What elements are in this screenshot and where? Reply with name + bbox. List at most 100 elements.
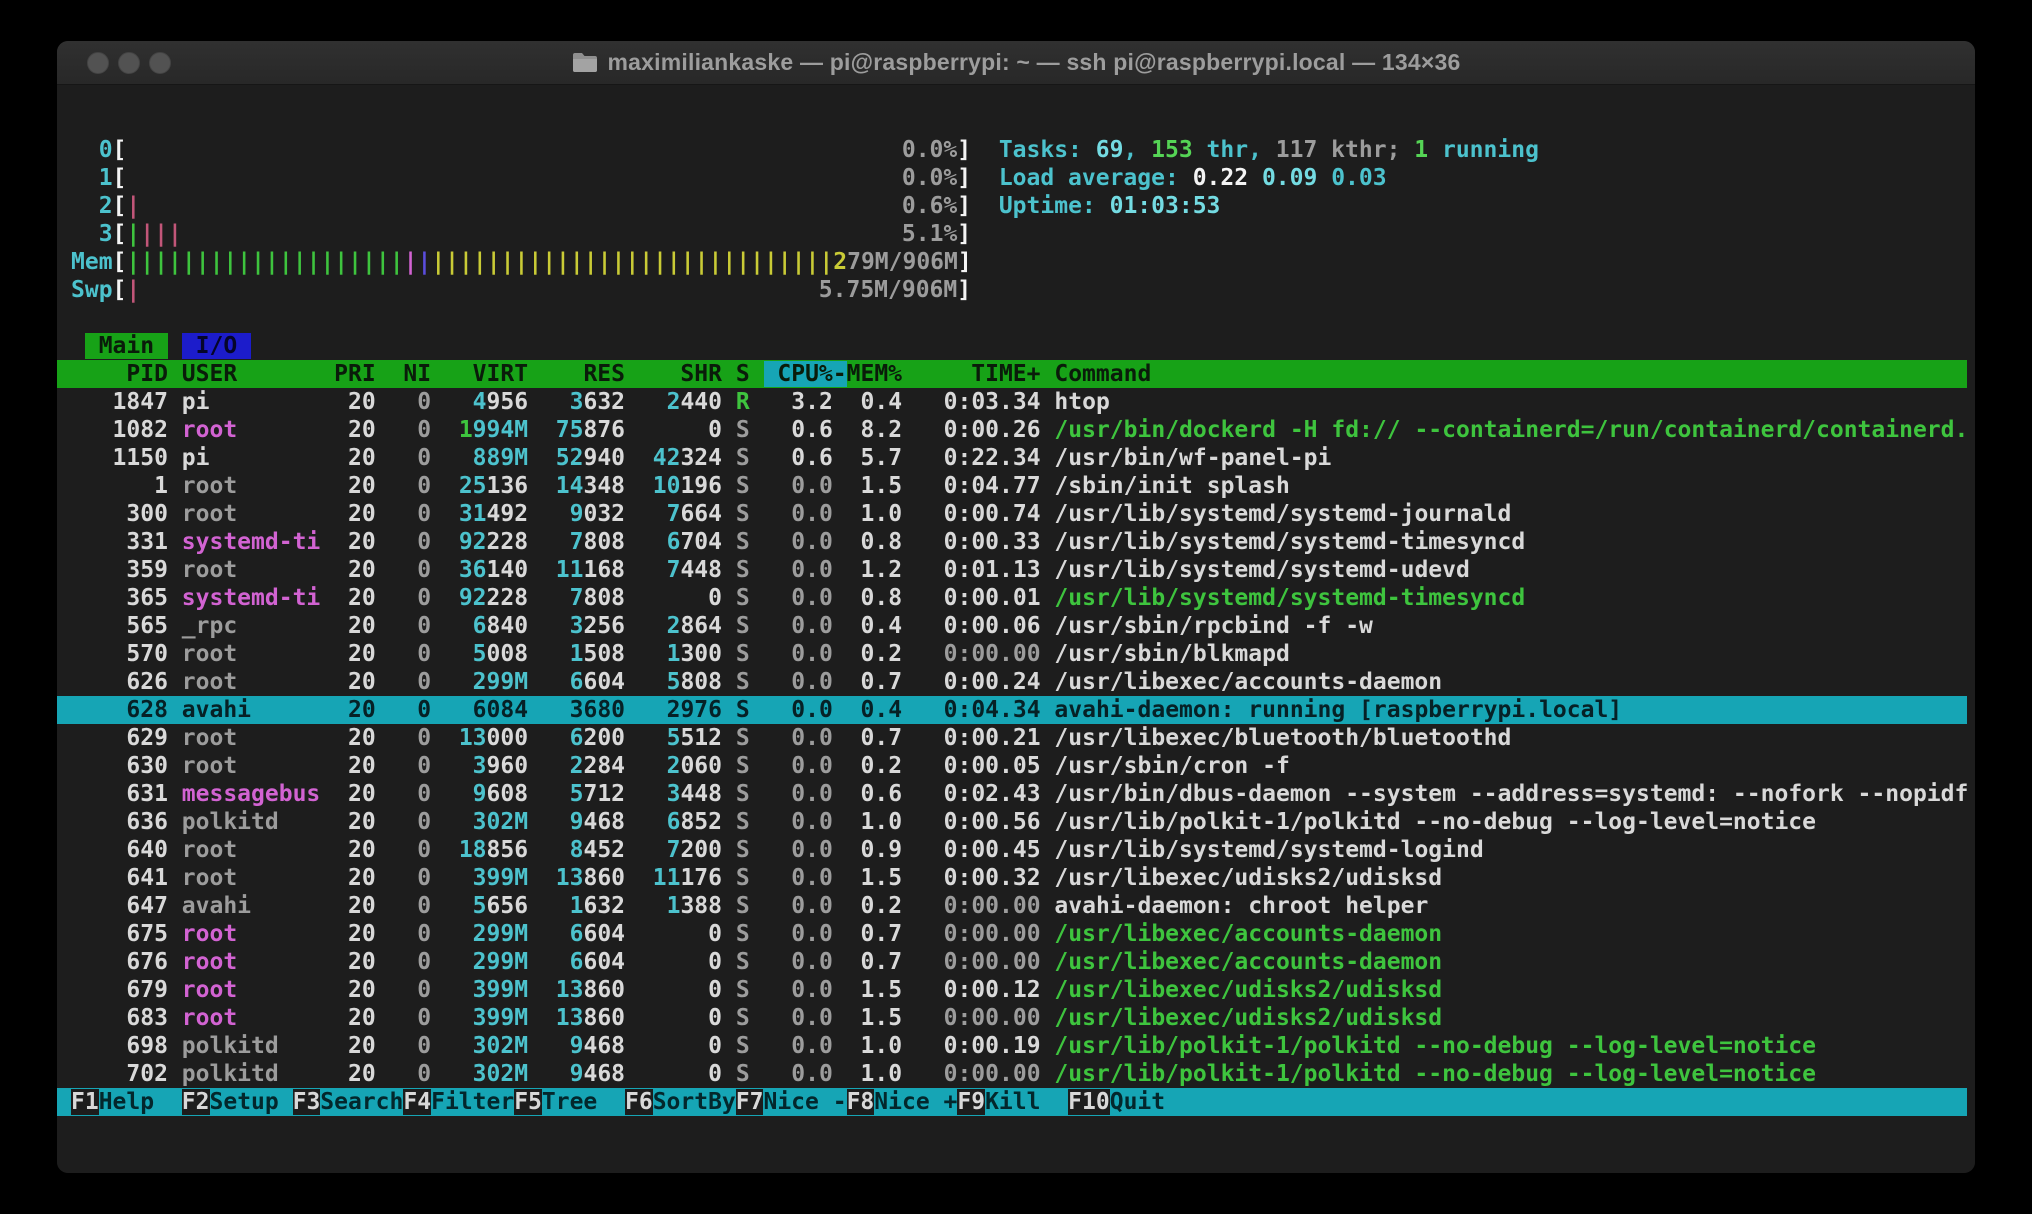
swp-meter: Swp[| 5.75M/906M] bbox=[57, 276, 1967, 304]
cell-user: pi bbox=[182, 389, 320, 415]
process-row[interactable]: 300 root 20 0 31492 9032 7664 S 0.0 1.0 … bbox=[57, 500, 1967, 528]
cell-virt: 399M bbox=[473, 977, 528, 1003]
column-header-pri[interactable]: PRI bbox=[334, 361, 376, 387]
fn-help[interactable]: F1Help bbox=[71, 1089, 182, 1115]
cell-ni: 0 bbox=[390, 557, 432, 583]
cell-res: 6 bbox=[570, 921, 584, 947]
cell-state: S bbox=[736, 697, 750, 723]
process-row[interactable]: 626 root 20 0 299M 6604 5808 S 0.0 0.7 0… bbox=[57, 668, 1967, 696]
cell-mem: 1.2 bbox=[847, 557, 902, 583]
fn-filter[interactable]: F4Filter bbox=[403, 1089, 514, 1115]
fn-key-label: F8 bbox=[847, 1089, 875, 1115]
cell-ni: 0 bbox=[390, 417, 432, 443]
process-row[interactable]: 636 polkitd 20 0 302M 9468 6852 S 0.0 1.… bbox=[57, 808, 1967, 836]
process-row[interactable]: 675 root 20 0 299M 6604 0 S 0.0 0.7 0:00… bbox=[57, 920, 1967, 948]
cell-pri: 20 bbox=[334, 1061, 376, 1087]
meter-bar: | bbox=[126, 277, 140, 303]
column-header-ni[interactable]: NI bbox=[390, 361, 432, 387]
fn-quit[interactable]: F10Quit bbox=[1068, 1089, 1193, 1115]
cell-shr: 1 bbox=[667, 641, 681, 667]
cell-state: S bbox=[736, 669, 750, 695]
process-row[interactable]: 702 polkitd 20 0 302M 9468 0 S 0.0 1.0 0… bbox=[57, 1060, 1967, 1088]
cell-user: root bbox=[182, 837, 320, 863]
process-row[interactable]: 629 root 20 0 13000 6200 5512 S 0.0 0.7 … bbox=[57, 724, 1967, 752]
cell-time: 0:00.01 bbox=[916, 585, 1041, 611]
process-row[interactable]: 331 systemd-ti 20 0 92228 7808 6704 S 0.… bbox=[57, 528, 1967, 556]
cell-time: 0:22.34 bbox=[916, 445, 1041, 471]
cell-res: 876 bbox=[583, 417, 625, 443]
fn-search[interactable]: F3Search bbox=[293, 1089, 404, 1115]
fn-nice[interactable]: F7Nice - bbox=[736, 1089, 847, 1115]
column-header-user[interactable]: USER bbox=[182, 361, 320, 387]
cell-shr: 324 bbox=[680, 445, 722, 471]
cell-pid: 676 bbox=[71, 949, 168, 975]
tab-io[interactable]: I/O bbox=[182, 333, 251, 359]
column-header-virt[interactable]: VIRT bbox=[445, 361, 528, 387]
cell-virt: 5 bbox=[473, 641, 487, 667]
fn-nice[interactable]: F8Nice + bbox=[847, 1089, 958, 1115]
cell-time: 0:03.34 bbox=[916, 389, 1041, 415]
cell-res: 7 bbox=[570, 585, 584, 611]
column-header-cpu-sorted[interactable]: CPU%- bbox=[764, 361, 847, 387]
cell-res: 604 bbox=[583, 921, 625, 947]
process-row[interactable]: 1082 root 20 0 1994M 75876 0 S 0.6 8.2 0… bbox=[57, 416, 1967, 444]
meter-close-bracket: ] bbox=[957, 221, 971, 247]
cell-state: S bbox=[736, 893, 750, 919]
fn-action-label: Quit bbox=[1110, 1089, 1193, 1115]
column-header-time[interactable]: TIME+ bbox=[916, 361, 1041, 387]
column-header-res[interactable]: RES bbox=[542, 361, 625, 387]
meter-close-bracket: ] bbox=[958, 249, 972, 275]
fn-action-label: Nice + bbox=[874, 1089, 957, 1115]
cell-res: 468 bbox=[583, 1061, 625, 1087]
fn-setup[interactable]: F2Setup bbox=[182, 1089, 293, 1115]
process-row[interactable]: 698 polkitd 20 0 302M 9468 0 S 0.0 1.0 0… bbox=[57, 1032, 1967, 1060]
cell-res: 9 bbox=[570, 809, 584, 835]
process-row[interactable]: 565 _rpc 20 0 6840 3256 2864 S 0.0 0.4 0… bbox=[57, 612, 1967, 640]
cell-ni: 0 bbox=[390, 809, 432, 835]
column-header-s[interactable]: S bbox=[736, 361, 750, 387]
meter-bar: | bbox=[210, 249, 224, 275]
cell-state: S bbox=[736, 809, 750, 835]
process-row[interactable]: 679 root 20 0 399M 13860 0 S 0.0 1.5 0:0… bbox=[57, 976, 1967, 1004]
cell-shr: 200 bbox=[680, 837, 722, 863]
process-row[interactable]: 641 root 20 0 399M 13860 11176 S 0.0 1.5… bbox=[57, 864, 1967, 892]
cell-time: 0:00.45 bbox=[916, 837, 1041, 863]
process-row[interactable]: 1 root 20 0 25136 14348 10196 S 0.0 1.5 … bbox=[57, 472, 1967, 500]
process-row[interactable]: 640 root 20 0 18856 8452 7200 S 0.0 0.9 … bbox=[57, 836, 1967, 864]
fn-sortby[interactable]: F6SortBy bbox=[625, 1089, 736, 1115]
close-button[interactable] bbox=[87, 52, 109, 74]
tab-main[interactable]: Main bbox=[85, 333, 168, 359]
process-row[interactable]: 630 root 20 0 3960 2284 2060 S 0.0 0.2 0… bbox=[57, 752, 1967, 780]
cell-pid: 1847 bbox=[71, 389, 168, 415]
meter-bar: | bbox=[168, 249, 182, 275]
cell-virt: 302M bbox=[473, 1061, 528, 1087]
cell-res: 860 bbox=[583, 977, 625, 1003]
column-header-mem[interactable]: MEM% bbox=[847, 361, 902, 387]
process-row[interactable]: 1150 pi 20 0 889M 52940 42324 S 0.6 5.7 … bbox=[57, 444, 1967, 472]
process-row[interactable]: 1847 pi 20 0 4956 3632 2440 R 3.2 0.4 0:… bbox=[57, 388, 1967, 416]
minimize-button[interactable] bbox=[118, 52, 140, 74]
process-row[interactable]: 628 avahi 20 0 6084 3680 2976 S 0.0 0.4 … bbox=[57, 696, 1967, 724]
cell-shr: 11 bbox=[653, 865, 681, 891]
cell-mem: 1.5 bbox=[847, 473, 902, 499]
cell-pid: 683 bbox=[71, 1005, 168, 1031]
process-row[interactable]: 676 root 20 0 299M 6604 0 S 0.0 0.7 0:00… bbox=[57, 948, 1967, 976]
column-header-shr[interactable]: SHR bbox=[639, 361, 722, 387]
column-header-pid[interactable]: PID bbox=[71, 361, 168, 387]
fn-kill[interactable]: F9Kill bbox=[957, 1089, 1068, 1115]
process-row[interactable]: 631 messagebus 20 0 9608 5712 3448 S 0.0… bbox=[57, 780, 1967, 808]
table-header-row: PID USER PRI NI VIRT RES SHR S CPU%-MEM%… bbox=[57, 360, 1967, 388]
window-titlebar[interactable]: maximiliankaske — pi@raspberrypi: ~ — ss… bbox=[57, 41, 1975, 85]
process-row[interactable]: 365 systemd-ti 20 0 92228 7808 0 S 0.0 0… bbox=[57, 584, 1967, 612]
cell-state: R bbox=[736, 389, 750, 415]
meter-bar: | bbox=[140, 249, 154, 275]
fn-tree[interactable]: F5Tree bbox=[514, 1089, 625, 1115]
zoom-button[interactable] bbox=[149, 52, 171, 74]
column-header-command[interactable]: Command bbox=[1054, 361, 1151, 387]
process-row[interactable]: 359 root 20 0 36140 11168 7448 S 0.0 1.2… bbox=[57, 556, 1967, 584]
cell-ni: 0 bbox=[390, 669, 432, 695]
process-row[interactable]: 570 root 20 0 5008 1508 1300 S 0.0 0.2 0… bbox=[57, 640, 1967, 668]
process-row[interactable]: 683 root 20 0 399M 13860 0 S 0.0 1.5 0:0… bbox=[57, 1004, 1967, 1032]
cell-virt: 960 bbox=[487, 753, 529, 779]
process-row[interactable]: 647 avahi 20 0 5656 1632 1388 S 0.0 0.2 … bbox=[57, 892, 1967, 920]
